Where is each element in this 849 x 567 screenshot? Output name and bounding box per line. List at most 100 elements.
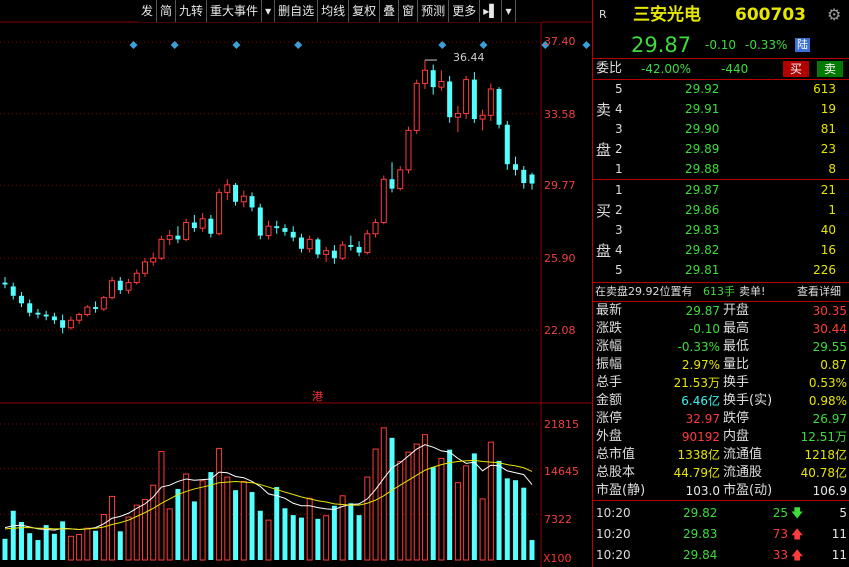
stat-row: 涨停 32.97 跌停 26.97 [593,410,849,428]
tick-row[interactable]: 10:20 29.82 25 🡇 5 [593,503,849,523]
toolbar-item[interactable]: 预测 [418,0,450,22]
candle-body [372,221,379,235]
tick-row[interactable]: 10:20 29.84 33 🡅 11 [593,545,849,565]
toolbar-item[interactable]: ▸▌ [480,0,503,22]
level-number: 2 [615,142,623,156]
buy_side-level-row[interactable]: 2 29.86 1 [593,200,849,220]
sell_side-level-row[interactable]: 1 29.88 8 [593,159,849,179]
candle-body [18,295,24,304]
toolbar-item[interactable]: ▾ [262,0,276,22]
level-number: 5 [615,82,623,96]
exchange-badge: 陆 [795,38,810,52]
toolbar-item[interactable]: 更多 [449,0,481,22]
volume-bar [67,535,74,561]
volume-scale-label: 21815 [544,418,579,431]
sell_side-level-row[interactable]: 5 29.92 613 [593,79,849,99]
volume-bar [421,434,428,561]
kline-canvas[interactable] [0,0,592,567]
candle-body [76,314,83,321]
stat-row: 总手 21.53万 换手 0.53% [593,374,849,392]
stat-value: 30.35 [812,304,847,318]
stat-key: 量比 [723,357,750,372]
kline-chart-area[interactable]: 发简九转 重大事件 ▾ 删自选 均线 复权叠窗预测 更多 ▸▌ ▾ 37.40 33.58 29… [0,0,592,567]
event-diamond [438,41,447,49]
sell_side-level-row[interactable]: 4 29.91 19 [593,99,849,119]
toolbar-item[interactable]: 叠 [380,0,400,22]
toolbar-item[interactable]: 均线 [318,0,350,22]
level-number: 4 [615,102,623,116]
toolbar-item[interactable]: 复权 [349,0,381,22]
candle-body [100,297,107,310]
level-price: 29.83 [685,223,720,237]
gear-icon[interactable]: ⚙ [827,4,841,26]
buy_side-level-row[interactable]: 3 29.83 40 [593,220,849,240]
view-detail-link[interactable]: 查看详细 [797,283,841,301]
volume-bar [274,487,280,560]
tick-price: 29.82 [683,506,718,520]
volume-ma-line-2 [4,459,533,530]
tick-count: 11 [831,527,847,541]
buy_side-level-row[interactable]: 5 29.81 226 [593,260,849,280]
buy-button[interactable]: 买 [783,61,809,77]
level-volume: 21 [820,183,836,197]
toolbar-item[interactable]: 重大事件 [207,0,263,22]
volume-bar [2,538,8,560]
toolbar-item[interactable]: 九转 [176,0,208,22]
stat-value: 21.53万 [673,376,720,390]
candle-body [67,319,74,329]
candle-body [479,114,486,120]
stat-value: -0.33% [677,340,720,354]
price-scale-label: 33.58 [544,108,576,121]
candle-body [208,218,214,234]
volume-bar [216,447,223,561]
volume-bar [35,540,41,560]
sell_side-level-row[interactable]: 3 29.90 81 [593,119,849,139]
level-volume: 16 [820,243,836,257]
sell_side-label: 盘 [596,141,612,159]
candle-body [438,80,445,88]
buy_side-level-row[interactable]: 4 29.82 16 [593,240,849,260]
tick-row[interactable]: 10:20 29.83 73 🡅 11 [593,524,849,544]
peak-price-label: 36.44 [453,51,485,64]
quote-panel: R 三安光电 600703 ⚙ 29.87 -0.10 -0.33% 陆 委比 … [592,0,849,567]
volume-bar [175,488,181,560]
toolbar-item[interactable]: 删自选 [275,0,319,22]
candle-body [265,225,272,237]
sell_side-level-row[interactable]: 2 29.89 23 [593,139,849,159]
stat-key: 最低 [723,339,750,354]
volume-scale-label: 14645 [544,465,579,478]
stat-key: 跌停 [723,411,750,426]
buy_side-level-row[interactable]: 1 29.87 21 [593,180,849,200]
volume-bar [257,510,263,560]
buy_side-label: 买 [596,202,612,220]
toolbar-item[interactable]: 发 [138,0,158,22]
toolbar-item[interactable]: 简 [157,0,177,22]
volume-bar [133,504,140,561]
candle-body [364,233,371,254]
toolbar-item[interactable]: 窗 [399,0,419,22]
volume-bar [463,465,470,561]
volume-bar [60,521,66,560]
volume-bar [372,448,379,561]
weibi-diff: -440 [721,62,749,76]
volume-bar [27,533,33,560]
candle-body [35,312,41,315]
candle-body [282,228,288,232]
candle-body [183,221,190,240]
candle-body [421,69,428,84]
stat-value: 2.97% [681,358,720,372]
stat-key: 流通股 [723,465,763,480]
volume-bar [405,451,412,561]
level-price: 29.92 [685,82,720,96]
toolbar-item[interactable]: ▾ [502,0,516,22]
stat-key: 总市值 [596,447,636,462]
level-number: 1 [615,183,623,197]
candle-body [463,79,470,114]
volume-bar [224,476,231,561]
level-number: 1 [615,162,623,176]
candle-body [339,244,346,259]
sell-button[interactable]: 卖 [817,61,843,77]
stat-key: 最高 [723,321,750,336]
candle-body [496,88,502,125]
volume-bar [76,533,83,561]
